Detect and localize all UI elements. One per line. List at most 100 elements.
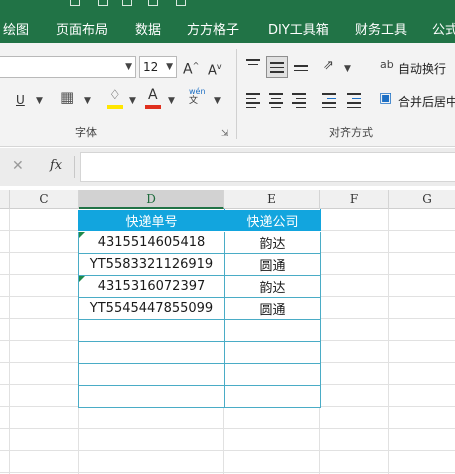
table-row bbox=[78, 341, 321, 364]
table-row: 4315514605418 韵达 bbox=[78, 231, 321, 254]
redo-icon[interactable] bbox=[122, 0, 132, 6]
table-row bbox=[78, 319, 321, 342]
table-row bbox=[78, 363, 321, 386]
dialog-launcher-icon[interactable]: ⇲ bbox=[221, 127, 229, 141]
title-bar bbox=[0, 0, 455, 8]
underline-icon[interactable]: U bbox=[16, 93, 25, 107]
table-row: YT5545447855099 圆通 bbox=[78, 297, 321, 320]
ribbon: ▼ 12 ▼ A^ Av U ▼ ▦ ▼ ♢ ▼ A ▼ wén 文 ▼ 字体 ⇲… bbox=[0, 43, 455, 147]
font-color-swatch bbox=[145, 105, 161, 109]
tab-finance-tools[interactable]: 财务工具 bbox=[355, 19, 407, 38]
save-icon[interactable] bbox=[70, 0, 80, 6]
align-right-icon[interactable] bbox=[292, 93, 306, 111]
fill-color-icon[interactable]: ♢ bbox=[109, 89, 121, 103]
gridline bbox=[9, 209, 10, 474]
select-all-corner[interactable] bbox=[0, 190, 10, 209]
align-left-icon[interactable] bbox=[246, 93, 260, 111]
increase-indent-icon[interactable] bbox=[347, 93, 361, 111]
formula-input[interactable] bbox=[80, 152, 455, 182]
wrap-text-icon[interactable]: ab bbox=[380, 58, 394, 72]
tracking-number-cell[interactable]: 4315316072397 bbox=[78, 275, 225, 298]
tracking-number-cell[interactable] bbox=[78, 341, 225, 364]
font-size-select[interactable]: 12 ▼ bbox=[139, 56, 177, 78]
column-headers: C D E F G bbox=[0, 190, 455, 209]
gridline bbox=[388, 209, 389, 474]
wrap-text-button[interactable]: 自动换行 bbox=[398, 60, 446, 77]
ribbon-tabs: 绘图 页面布局 数据 方方格子 DIY工具箱 财务工具 公式 bbox=[0, 8, 455, 43]
align-top-icon[interactable] bbox=[246, 59, 260, 68]
tracking-number-text: YT5545447855099 bbox=[89, 301, 214, 316]
tracking-number-cell[interactable] bbox=[78, 363, 225, 386]
merge-center-button[interactable]: 合并后居中 bbox=[398, 93, 455, 110]
column-header-e[interactable]: E bbox=[224, 190, 320, 209]
chevron-down-icon[interactable]: ▼ bbox=[84, 96, 91, 106]
chevron-down-icon[interactable]: ▼ bbox=[214, 96, 221, 106]
tracking-number-cell[interactable]: YT5583321126919 bbox=[78, 253, 225, 276]
grow-font-icon[interactable]: A^ bbox=[183, 59, 199, 77]
tracking-number-cell[interactable] bbox=[78, 319, 225, 342]
header-cell-tracking[interactable]: 快递单号 bbox=[78, 209, 225, 232]
align-middle-button[interactable] bbox=[266, 56, 288, 78]
chevron-down-icon: ▼ bbox=[166, 62, 173, 72]
courier-company-cell[interactable]: 韵达 bbox=[224, 231, 321, 254]
chevron-down-icon[interactable]: ▼ bbox=[129, 96, 136, 106]
insert-function-button[interactable]: fx bbox=[50, 158, 62, 173]
courier-company-cell[interactable] bbox=[224, 319, 321, 342]
cancel-icon[interactable]: ✕ bbox=[12, 158, 24, 174]
courier-company-cell[interactable] bbox=[224, 363, 321, 386]
tab-draw[interactable]: 绘图 bbox=[3, 19, 29, 38]
tab-page-layout[interactable]: 页面布局 bbox=[56, 19, 108, 38]
font-name-select[interactable]: ▼ bbox=[0, 56, 136, 78]
number-as-text-indicator bbox=[79, 276, 85, 282]
tracking-number-text: 4315316072397 bbox=[97, 279, 206, 294]
column-header-c[interactable]: C bbox=[10, 190, 79, 209]
align-center-icon[interactable] bbox=[269, 93, 283, 111]
courier-company-cell[interactable]: 圆通 bbox=[224, 253, 321, 276]
tab-fangfang[interactable]: 方方格子 bbox=[187, 19, 239, 38]
tracking-number-cell[interactable] bbox=[78, 385, 225, 408]
fill-color-swatch bbox=[107, 105, 123, 109]
tracking-number-cell[interactable]: YT5545447855099 bbox=[78, 297, 225, 320]
text-orientation-icon[interactable]: ⇗ bbox=[323, 59, 334, 73]
align-bottom-icon[interactable] bbox=[294, 65, 308, 74]
table-header-row: 快递单号 快递公司 bbox=[78, 209, 321, 232]
table-row: YT5583321126919 圆通 bbox=[78, 253, 321, 276]
group-separator bbox=[236, 49, 237, 139]
chevron-down-icon[interactable]: ▼ bbox=[36, 96, 43, 106]
quick-access-icon[interactable] bbox=[148, 0, 158, 6]
courier-company-cell[interactable]: 圆通 bbox=[224, 297, 321, 320]
tab-diy-toolbox[interactable]: DIY工具箱 bbox=[268, 19, 329, 38]
chevron-down-icon[interactable]: ▼ bbox=[344, 64, 351, 74]
phonetic-guide-icon[interactable]: wén 文 bbox=[189, 87, 206, 106]
quick-access-icon[interactable] bbox=[176, 0, 186, 6]
undo-icon[interactable] bbox=[98, 0, 108, 6]
tracking-number-cell[interactable]: 4315514605418 bbox=[78, 231, 225, 254]
formula-bar: ✕ fx bbox=[0, 148, 455, 186]
data-table: 快递单号 快递公司 4315514605418 韵达 YT5583321126919… bbox=[78, 209, 321, 408]
font-group-label: 字体 bbox=[75, 126, 97, 139]
merge-center-icon[interactable]: ▣ bbox=[379, 91, 392, 105]
tracking-number-text: YT5583321126919 bbox=[89, 257, 214, 272]
tracking-number-text: 4315514605418 bbox=[97, 235, 206, 250]
header-cell-company[interactable]: 快递公司 bbox=[224, 209, 321, 232]
chevron-down-icon: ▼ bbox=[125, 62, 132, 72]
font-size-value: 12 bbox=[143, 60, 159, 74]
decrease-indent-icon[interactable] bbox=[322, 93, 336, 111]
tab-formulas[interactable]: 公式 bbox=[432, 19, 455, 38]
border-icon[interactable]: ▦ bbox=[60, 90, 74, 105]
chevron-down-icon[interactable]: ▼ bbox=[168, 96, 175, 106]
courier-company-cell[interactable] bbox=[224, 341, 321, 364]
tab-data[interactable]: 数据 bbox=[135, 19, 161, 38]
formula-bar-divider bbox=[74, 156, 75, 178]
column-header-f[interactable]: F bbox=[320, 190, 389, 209]
column-header-d[interactable]: D bbox=[79, 190, 224, 209]
font-color-icon[interactable]: A bbox=[148, 88, 158, 102]
alignment-group-label: 对齐方式 bbox=[329, 126, 373, 139]
column-header-g[interactable]: G bbox=[389, 190, 455, 209]
shrink-font-icon[interactable]: Av bbox=[208, 60, 222, 78]
table-row bbox=[78, 385, 321, 408]
number-as-text-indicator bbox=[79, 232, 85, 238]
courier-company-cell[interactable] bbox=[224, 385, 321, 408]
table-row: 4315316072397 韵达 bbox=[78, 275, 321, 298]
courier-company-cell[interactable]: 韵达 bbox=[224, 275, 321, 298]
